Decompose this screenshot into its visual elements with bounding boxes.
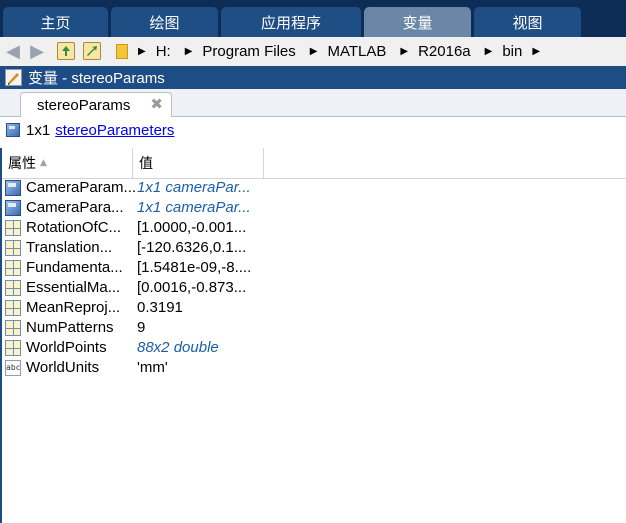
column-header-value-label: 值 bbox=[139, 156, 153, 172]
table-row[interactable]: abc WorldUnits 'mm' bbox=[2, 358, 626, 378]
property-value[interactable]: 1x1 cameraPar... bbox=[137, 198, 251, 218]
tab-plots-label: 绘图 bbox=[149, 13, 180, 32]
breadcrumb-release[interactable]: R2016a bbox=[418, 43, 471, 60]
table-row[interactable]: WorldPoints 88x2 double bbox=[2, 338, 626, 358]
chevron-right-icon[interactable]: ▶ bbox=[310, 46, 318, 57]
matrix-icon bbox=[5, 320, 21, 336]
chevron-right-icon[interactable]: ▶ bbox=[400, 46, 408, 57]
chevron-right-icon[interactable]: ▶ bbox=[485, 46, 493, 57]
folder-icon bbox=[116, 44, 128, 59]
forward-arrow-icon[interactable]: ▶ bbox=[27, 41, 47, 62]
property-table: 属性 ▲ 值 CameraParam... 1x1 cameraPar... Cam… bbox=[0, 148, 626, 523]
object-icon bbox=[5, 180, 21, 196]
chevron-right-icon[interactable]: ▶ bbox=[185, 46, 193, 57]
string-icon: abc bbox=[5, 360, 21, 376]
class-link[interactable]: stereoParameters bbox=[55, 122, 174, 139]
variable-editor-title: 变量 - stereoParams bbox=[28, 70, 165, 87]
property-value[interactable]: [1.5481e-09,-8.... bbox=[137, 258, 251, 278]
tab-view[interactable]: 视图 bbox=[474, 7, 581, 37]
chevron-right-icon[interactable]: ▶ bbox=[138, 46, 146, 57]
table-rows: CameraParam... 1x1 cameraPar... CameraPara… bbox=[2, 178, 626, 378]
property-name: CameraPara... bbox=[26, 199, 124, 216]
property-value[interactable]: [-120.6326,0.1... bbox=[137, 238, 246, 258]
table-row[interactable]: Translation... [-120.6326,0.1... bbox=[2, 238, 626, 258]
table-row[interactable]: CameraPara... 1x1 cameraPar... bbox=[2, 198, 626, 218]
close-icon[interactable]: ✖ bbox=[150, 95, 163, 113]
tab-home[interactable]: 主页 bbox=[3, 7, 108, 37]
property-value[interactable]: 88x2 double bbox=[137, 338, 219, 358]
column-header-property-label: 属性 bbox=[8, 156, 36, 172]
variable-info-line: 1x1 stereoParameters bbox=[0, 118, 626, 142]
property-name: CameraParam... bbox=[26, 179, 137, 196]
property-name: Fundamenta... bbox=[26, 259, 123, 276]
sort-ascending-icon: ▲ bbox=[40, 158, 47, 168]
matrix-icon bbox=[5, 300, 21, 316]
table-row[interactable]: RotationOfC... [1.0000,-0.001... bbox=[2, 218, 626, 238]
matrix-icon bbox=[5, 240, 21, 256]
property-name: Translation... bbox=[26, 239, 113, 256]
column-header-property[interactable]: 属性 ▲ bbox=[2, 148, 133, 178]
tab-home-label: 主页 bbox=[40, 13, 71, 32]
doc-tab-label: stereoParams bbox=[37, 96, 131, 114]
breadcrumb: ▶ H: ▶ Program Files ▶ MATLAB ▶ R2016a ▶… bbox=[138, 37, 550, 66]
tab-variable[interactable]: 变量 bbox=[364, 7, 471, 37]
property-name: MeanReproj... bbox=[26, 299, 121, 316]
column-header-value[interactable]: 值 bbox=[133, 148, 264, 178]
property-value[interactable]: 'mm' bbox=[137, 358, 168, 378]
tab-view-label: 视图 bbox=[512, 13, 543, 32]
chevron-right-icon[interactable]: ▶ bbox=[532, 46, 540, 57]
property-value[interactable]: 0.3191 bbox=[137, 298, 183, 318]
property-name: WorldUnits bbox=[26, 359, 100, 376]
table-row[interactable]: CameraParam... 1x1 cameraPar... bbox=[2, 178, 626, 198]
property-value[interactable]: 1x1 cameraPar... bbox=[137, 178, 251, 198]
property-name: RotationOfC... bbox=[26, 219, 122, 236]
address-bar: ◀ ▶ ▶ H: ▶ Program Files ▶ MATLAB ▶ R201… bbox=[0, 37, 626, 67]
tab-plots[interactable]: 绘图 bbox=[111, 7, 218, 37]
browse-folder-icon[interactable] bbox=[83, 42, 101, 60]
property-value[interactable]: 9 bbox=[137, 318, 145, 338]
breadcrumb-matlab[interactable]: MATLAB bbox=[327, 43, 386, 60]
ribbon-tab-bar: 主页 绘图 应用程序 变量 视图 bbox=[0, 0, 626, 37]
property-name: EssentialMa... bbox=[26, 279, 121, 296]
property-name: NumPatterns bbox=[26, 319, 114, 336]
matrix-icon bbox=[5, 280, 21, 296]
table-row[interactable]: EssentialMa... [0.0016,-0.873... bbox=[2, 278, 626, 298]
breadcrumb-bin[interactable]: bin bbox=[502, 43, 522, 60]
property-value[interactable]: [1.0000,-0.001... bbox=[137, 218, 246, 238]
breadcrumb-program-files[interactable]: Program Files bbox=[202, 43, 295, 60]
up-folder-icon[interactable] bbox=[57, 42, 75, 60]
tab-stereoparams[interactable]: stereoParams ✖ bbox=[20, 92, 172, 117]
table-header: 属性 ▲ 值 bbox=[2, 148, 626, 179]
tab-apps-label: 应用程序 bbox=[260, 13, 321, 32]
tab-variable-label: 变量 bbox=[402, 13, 433, 32]
variable-size: 1x1 bbox=[26, 121, 51, 139]
matrix-icon bbox=[5, 260, 21, 276]
variable-editor-titlebar: 变量 - stereoParams bbox=[0, 66, 626, 89]
table-row[interactable]: NumPatterns 9 bbox=[2, 318, 626, 338]
breadcrumb-drive[interactable]: H: bbox=[156, 43, 171, 60]
object-icon bbox=[5, 200, 21, 216]
matrix-icon bbox=[5, 340, 21, 356]
matrix-icon bbox=[5, 220, 21, 236]
property-name: WorldPoints bbox=[26, 339, 107, 356]
object-icon bbox=[6, 123, 20, 137]
back-arrow-icon[interactable]: ◀ bbox=[3, 41, 23, 62]
property-value[interactable]: [0.0016,-0.873... bbox=[137, 278, 246, 298]
document-tab-strip: stereoParams ✖ bbox=[0, 89, 626, 117]
tab-apps[interactable]: 应用程序 bbox=[221, 7, 361, 37]
table-row[interactable]: MeanReproj... 0.3191 bbox=[2, 298, 626, 318]
table-row[interactable]: Fundamenta... [1.5481e-09,-8.... bbox=[2, 258, 626, 278]
variable-editor-icon bbox=[5, 69, 22, 86]
